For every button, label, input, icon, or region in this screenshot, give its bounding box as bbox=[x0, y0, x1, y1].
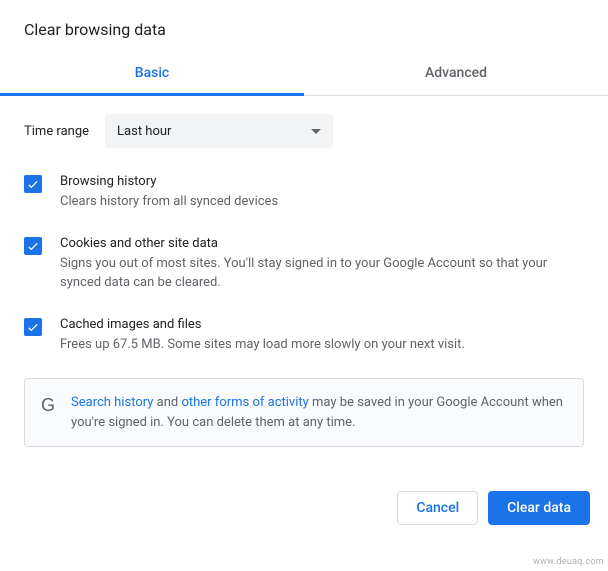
time-range-value: Last hour bbox=[117, 124, 171, 139]
tab-advanced[interactable]: Advanced bbox=[304, 53, 608, 95]
option-browsing-history: Browsing history Clears history from all… bbox=[24, 174, 584, 212]
option-title: Cached images and files bbox=[60, 317, 584, 332]
cancel-button[interactable]: Cancel bbox=[397, 491, 478, 525]
checkbox-cookies[interactable] bbox=[24, 237, 42, 255]
info-message: Search history and other forms of activi… bbox=[71, 393, 567, 432]
google-logo-icon: G bbox=[41, 395, 55, 416]
option-desc: Clears history from all synced devices bbox=[60, 192, 584, 212]
time-range-row: Time range Last hour bbox=[24, 114, 584, 148]
option-title: Cookies and other site data bbox=[60, 236, 584, 251]
chevron-down-icon bbox=[311, 124, 321, 139]
checkbox-cache[interactable] bbox=[24, 318, 42, 336]
option-desc: Signs you out of most sites. You'll stay… bbox=[60, 254, 584, 293]
dialog-title: Clear browsing data bbox=[24, 20, 584, 39]
tabs: Basic Advanced bbox=[0, 53, 608, 96]
option-title: Browsing history bbox=[60, 174, 584, 189]
option-cache: Cached images and files Frees up 67.5 MB… bbox=[24, 317, 584, 355]
time-range-select[interactable]: Last hour bbox=[105, 114, 333, 148]
watermark: www.deuaq.com bbox=[533, 557, 604, 567]
checkbox-browsing-history[interactable] bbox=[24, 175, 42, 193]
search-history-link[interactable]: Search history bbox=[71, 395, 153, 410]
google-account-info: G Search history and other forms of acti… bbox=[24, 378, 584, 447]
other-activity-link[interactable]: other forms of activity bbox=[181, 395, 308, 410]
dialog-footer: Cancel Clear data bbox=[0, 477, 608, 543]
time-range-label: Time range bbox=[24, 124, 89, 139]
clear-data-button[interactable]: Clear data bbox=[488, 491, 590, 525]
clear-browsing-data-dialog: Clear browsing data Basic Advanced Time … bbox=[0, 0, 608, 477]
tab-basic[interactable]: Basic bbox=[0, 53, 304, 95]
option-desc: Frees up 67.5 MB. Some sites may load mo… bbox=[60, 335, 584, 355]
option-cookies: Cookies and other site data Signs you ou… bbox=[24, 236, 584, 293]
